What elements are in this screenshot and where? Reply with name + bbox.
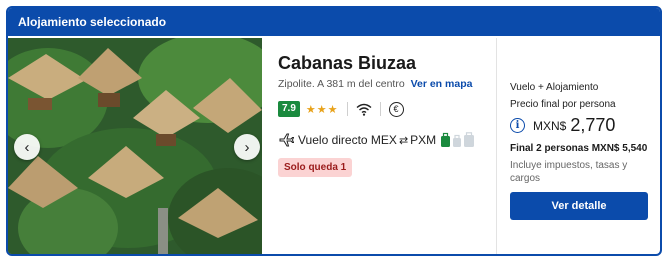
hotel-location: Zipolite. A 381 m del centro Ver en mapa [278,78,496,90]
hotel-photo[interactable]: ‹ › [8,38,262,254]
package-type: Vuelo + Alojamiento [510,82,599,93]
availability-badge: Solo queda 1 [278,158,353,177]
flight-info: Vuelo directo MEX ⇄ PXM [278,132,496,148]
swap-icon: ⇄ [398,134,409,147]
column-divider [496,38,497,254]
price-amount: 2,770 [570,115,616,135]
view-details-button[interactable]: Ver detalle [510,192,648,220]
euro-icon: € [388,101,404,117]
rating-row: 7.9 ★★★ € [278,100,496,118]
map-link[interactable]: Ver en mapa [411,78,473,90]
location-text: Zipolite. A 381 m del centro [278,78,405,90]
baggage-icons [440,132,476,148]
hotel-name[interactable]: Cabanas Biuzaa [278,52,496,74]
hotel-info: Cabanas Biuzaa Zipolite. A 381 m del cen… [278,52,496,177]
chevron-left-icon: ‹ [24,138,30,156]
baggage-icon [441,132,475,147]
gallery-prev-button[interactable]: ‹ [14,134,40,160]
divider [346,102,348,116]
divider [379,102,381,116]
card-header: Alojamiento seleccionado [8,8,660,36]
price-panel: Vuelo + Alojamiento Precio final por per… [510,82,656,185]
flight-label: Vuelo directo MEX [298,133,397,147]
flight-destination: PXM [410,133,437,147]
rating-badge: 7.9 [278,101,300,117]
wifi-icon [356,103,372,116]
chevron-right-icon: › [244,138,250,156]
plane-icon [278,132,294,148]
price-currency: MXN$ [533,118,567,133]
price-row: i MXN$ 2,770 [510,115,656,136]
info-icon[interactable]: i [510,118,525,133]
total-price: Final 2 personas MXN$ 5,540 [510,143,648,154]
star-rating: ★★★ [305,103,339,116]
hotel-photo-image [8,38,262,254]
taxes-note: Incluye impuestos, tasas y cargos [510,160,628,184]
gallery-next-button[interactable]: › [234,134,260,160]
selected-accommodation-card: Alojamiento seleccionado ‹ › Cabanas Biu… [6,6,662,256]
price-per-person-label: Precio final por persona [510,99,616,110]
